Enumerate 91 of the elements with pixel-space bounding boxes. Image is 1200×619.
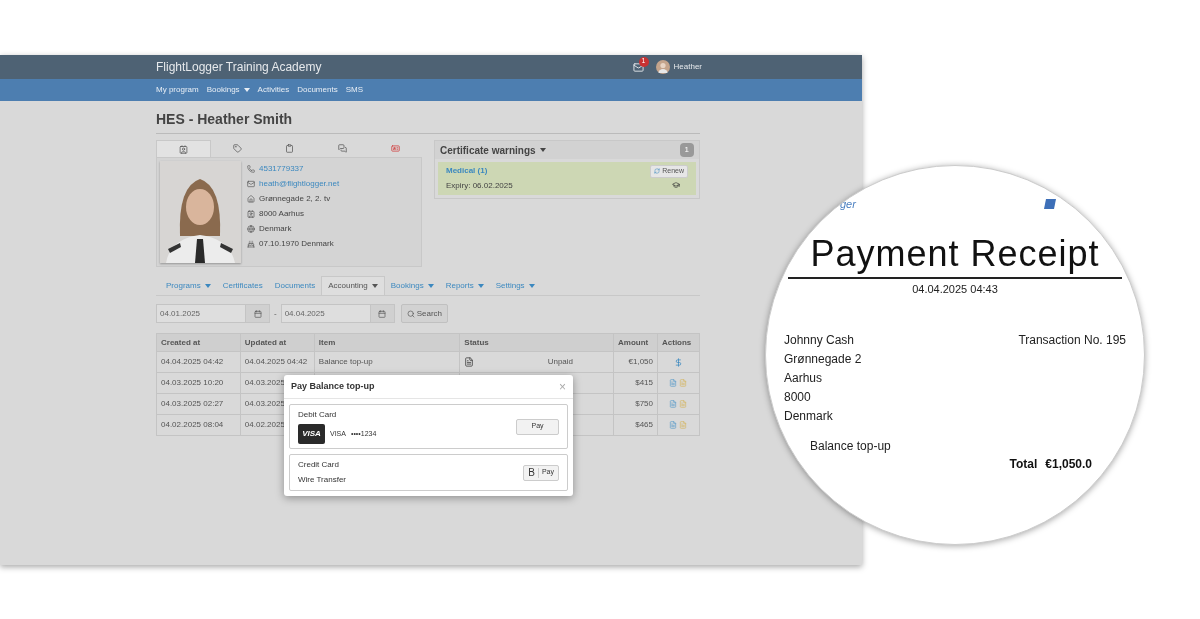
globe-icon: [247, 225, 255, 233]
section-tab[interactable]: Bookings: [384, 276, 440, 295]
cake-icon: [247, 240, 255, 248]
certificate-link[interactable]: Medical (1): [446, 165, 651, 177]
table-cell: 04.02.2025 08:04: [156, 414, 241, 436]
contact-text: Grønnegade 2, 2. tv: [259, 193, 331, 205]
receipt-date: 04.04.2025 04:43: [911, 281, 999, 297]
id-icon: [178, 144, 188, 154]
close-button[interactable]: ×: [559, 377, 566, 396]
panel-title[interactable]: Certificate warnings: [440, 142, 680, 158]
section-tab[interactable]: Certificates: [216, 276, 269, 295]
nav-link[interactable]: SMS: [345, 84, 363, 96]
address-line: Grønnegade 2: [784, 351, 863, 368]
table-cell: €1,050: [613, 351, 658, 373]
table-cell: 04.04.2025 04:42: [156, 351, 241, 373]
search-button[interactable]: Search: [400, 304, 449, 323]
count-badge: 1: [679, 143, 694, 157]
expiry-text: Expiry: 06.02.2025: [446, 180, 514, 192]
column-header: Actions: [657, 333, 700, 352]
contact-card-icon: [247, 210, 255, 218]
document-icon[interactable]: [669, 379, 678, 387]
brand-text: ger: [840, 197, 857, 212]
date-field[interactable]: 04.04.2025: [280, 304, 395, 323]
document-icon[interactable]: [669, 400, 678, 408]
column-header: Created at: [156, 333, 241, 352]
receipt-item: Balance top-up: [809, 438, 892, 455]
app-title: FlightLogger Training Academy: [156, 59, 323, 76]
mail-icon[interactable]: [632, 61, 644, 73]
tags-icon: [232, 144, 242, 153]
address-line: Johnny Cash: [784, 332, 856, 349]
column-header: Amount: [613, 333, 658, 352]
section-tab[interactable]: Settings: [489, 276, 541, 295]
section-tab[interactable]: Accounting: [321, 276, 385, 295]
calendar-icon: [378, 309, 387, 318]
document-icon[interactable]: [679, 400, 688, 408]
table-cell: 04.03.2025 02:27: [156, 393, 241, 415]
total-label: Total: [1009, 456, 1038, 473]
section-tab[interactable]: Programs: [160, 276, 217, 295]
section-tab[interactable]: Documents: [268, 276, 322, 295]
document-icon[interactable]: [679, 379, 688, 387]
refresh-icon: [654, 168, 661, 175]
search-icon: [406, 309, 415, 318]
logo-icon: [1044, 199, 1056, 210]
payment-method: Wire Transfer: [298, 474, 347, 486]
section-tab[interactable]: Reports: [439, 276, 490, 295]
receipt-title: Payment Receipt: [788, 230, 1122, 279]
avatar[interactable]: [655, 60, 670, 74]
address-line: 8000: [784, 389, 812, 406]
range-separator: -: [274, 307, 277, 320]
table-cell: Balance top-up: [314, 351, 460, 373]
status-text: Unpaid: [547, 356, 573, 368]
column-header: Item: [314, 333, 460, 352]
table-cell: $465: [613, 414, 658, 436]
contact-text: Denmark: [259, 223, 292, 235]
date-field[interactable]: 04.01.2025: [156, 304, 270, 323]
table-cell: $750: [613, 393, 658, 415]
caret-icon: [539, 148, 546, 152]
column-header: Status: [459, 333, 614, 352]
contact-text: 8000 Aarhus: [259, 208, 304, 220]
table-cell: $415: [613, 372, 658, 394]
nav-link[interactable]: Activities: [257, 84, 290, 96]
contact-link[interactable]: 4531779337: [259, 163, 304, 175]
nav-link[interactable]: Bookings: [206, 84, 250, 96]
mail-icon: [247, 180, 255, 188]
graduation-cap-icon: [672, 180, 680, 189]
calendar-icon: [253, 309, 262, 318]
id-card-icon: [391, 144, 401, 153]
phone-icon: [247, 165, 255, 173]
table-cell: 04.03.2025 10:20: [156, 372, 241, 394]
pay-icon[interactable]: [674, 357, 683, 367]
transaction-number: Transaction No. 195: [1018, 332, 1126, 349]
page-title: HES - Heather Smith: [156, 101, 700, 134]
address-line: Denmark: [784, 408, 834, 425]
contact-link[interactable]: heath@flightlogger.net: [259, 178, 340, 190]
column-header: Updated at: [240, 333, 315, 352]
nav-link[interactable]: My program: [156, 84, 199, 96]
table-cell: 04.04.2025 04:42: [240, 351, 315, 373]
contact-text: 07.10.1970 Denmark: [259, 238, 334, 250]
invoice-icon: [464, 357, 475, 367]
clipboard-icon: [285, 144, 295, 153]
document-icon[interactable]: [679, 421, 688, 429]
user-name[interactable]: Heather: [673, 61, 702, 73]
document-icon[interactable]: [669, 421, 678, 429]
payment-method: Credit Card: [298, 459, 340, 471]
chat-icon: [338, 144, 348, 153]
home-icon: [247, 195, 255, 203]
card-logo: VISA: [298, 424, 325, 444]
nav-link[interactable]: Documents: [297, 84, 338, 96]
profile-tab[interactable]: [156, 140, 211, 157]
address-line: Aarhus: [784, 370, 824, 387]
total-amount: €1,050.0: [1045, 456, 1092, 473]
